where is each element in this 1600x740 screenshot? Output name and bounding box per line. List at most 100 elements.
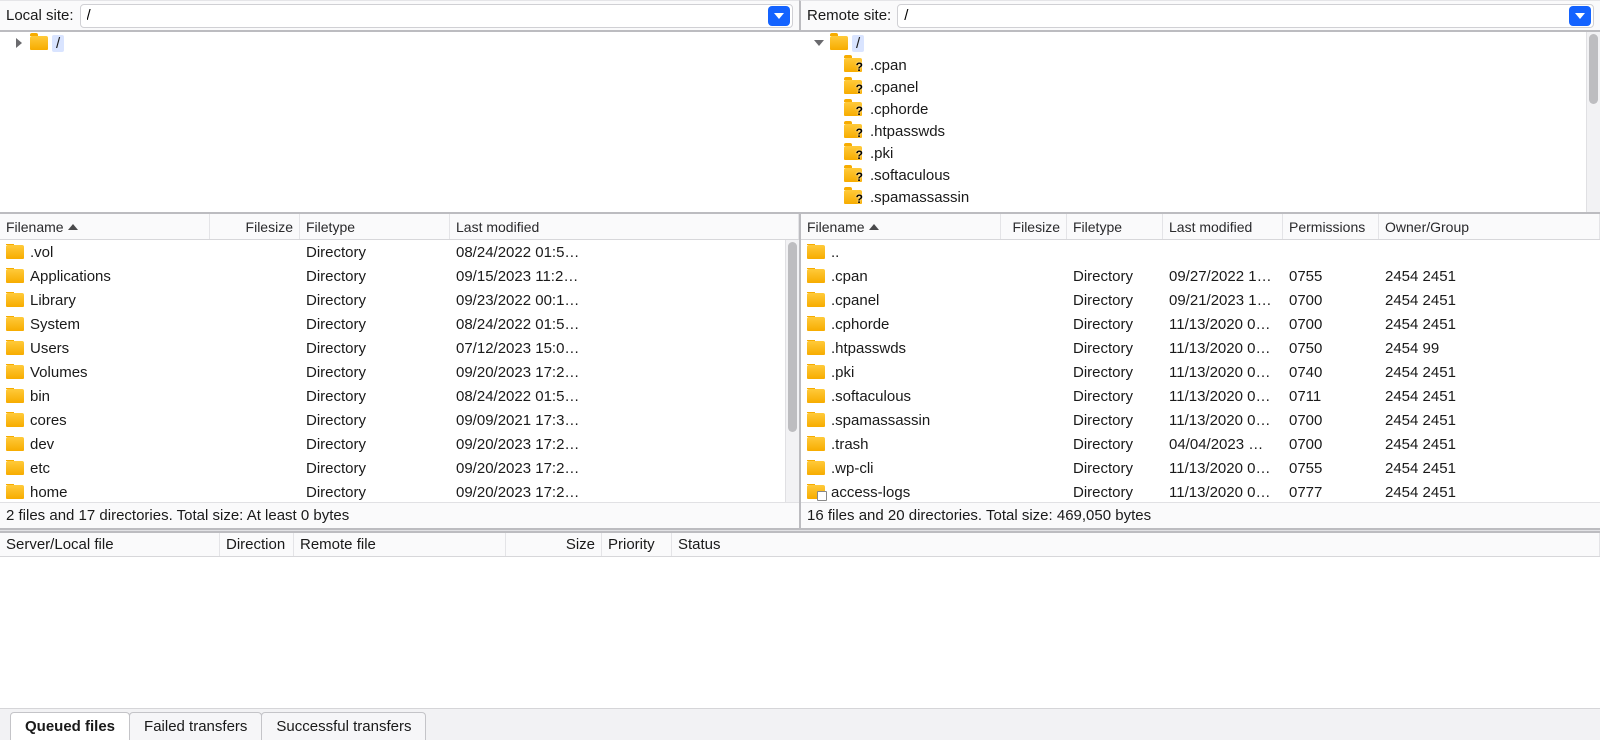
table-row[interactable]: access-logsDirectory11/13/2020 0…0777245… [801,480,1600,502]
column-header-modified[interactable]: Last modified [1163,214,1283,239]
folder-icon [6,293,24,307]
file-type: Directory [300,484,450,501]
disclosure-triangle-icon[interactable] [812,36,826,50]
tree-item-label: .softaculous [866,167,954,184]
file-modified: 09/23/2022 00:1… [450,292,785,309]
file-modified: 08/24/2022 01:5… [450,388,785,405]
local-path-dropdown-button[interactable] [768,6,790,26]
local-tree-root[interactable]: / [0,32,800,54]
file-name: .spamassassin [831,412,930,429]
remote-list-body[interactable]: ...cpanDirectory09/27/2022 1…07552454 24… [801,240,1600,502]
folder-symlink-icon [807,485,825,499]
remote-tree-item[interactable]: .cpan [800,54,1586,76]
column-header-filesize[interactable]: Filesize [210,214,300,239]
remote-tree-item[interactable]: .htpasswds [800,120,1586,142]
remote-path-dropdown-button[interactable] [1569,6,1591,26]
table-row[interactable]: UsersDirectory07/12/2023 15:0… [0,336,785,360]
column-header-direction[interactable]: Direction [220,533,294,556]
table-row[interactable]: .. [801,240,1600,264]
local-path-input-wrap[interactable] [80,4,793,28]
table-row[interactable]: .wp-cliDirectory11/13/2020 0…07552454 24… [801,456,1600,480]
local-tree[interactable]: / [0,32,800,212]
column-header-filetype[interactable]: Filetype [300,214,450,239]
table-row[interactable]: .pkiDirectory11/13/2020 0…07402454 2451 [801,360,1600,384]
column-header-filetype[interactable]: Filetype [1067,214,1163,239]
local-list-scrollbar[interactable] [785,240,799,502]
table-row[interactable]: .volDirectory08/24/2022 01:5… [0,240,785,264]
remote-tree-item[interactable]: .cphorde [800,98,1586,120]
column-header-filename[interactable]: Filename [801,214,1001,239]
tab-failed-transfers[interactable]: Failed transfers [129,712,262,740]
file-name: .pki [831,364,854,381]
table-row[interactable]: LibraryDirectory09/23/2022 00:1… [0,288,785,312]
remote-tree[interactable]: / .cpan.cpanel.cphorde.htpasswds.pki .sof… [800,32,1586,212]
local-path-input[interactable] [87,7,766,24]
file-type: Directory [300,364,450,381]
file-modified: 11/13/2020 0… [1163,388,1283,405]
remote-tree-scrollbar[interactable] [1586,32,1600,212]
table-row[interactable]: .spamassassinDirectory11/13/2020 0…07002… [801,408,1600,432]
column-header-filename[interactable]: Filename [0,214,210,239]
table-row[interactable]: VolumesDirectory09/20/2023 17:2… [0,360,785,384]
column-header-size[interactable]: Size [506,533,602,556]
column-header-filesize[interactable]: Filesize [1001,214,1067,239]
remote-tree-root[interactable]: / [800,32,1586,54]
file-name: etc [30,460,50,477]
tab-queued-files[interactable]: Queued files [10,712,130,740]
table-row[interactable]: ApplicationsDirectory09/15/2023 11:2… [0,264,785,288]
table-row[interactable]: binDirectory08/24/2022 01:5… [0,384,785,408]
column-header-priority[interactable]: Priority [602,533,672,556]
table-row[interactable]: .htpasswdsDirectory11/13/2020 0…07502454… [801,336,1600,360]
remote-path-input-wrap[interactable] [897,4,1594,28]
table-row[interactable]: coresDirectory09/09/2021 17:3… [0,408,785,432]
table-row[interactable]: homeDirectory09/20/2023 17:2… [0,480,785,502]
remote-tree-item[interactable]: .pki [800,142,1586,164]
column-header-modified[interactable]: Last modified [450,214,799,239]
column-label: Filetype [1073,219,1122,235]
file-type: Directory [300,460,450,477]
table-row[interactable]: .cpanDirectory09/27/2022 1…07552454 2451 [801,264,1600,288]
remote-tree-item[interactable]: .softaculous [800,164,1586,186]
file-name: dev [30,436,54,453]
file-permissions: 0700 [1283,412,1379,429]
column-header-server-local[interactable]: Server/Local file [0,533,220,556]
column-header-owner[interactable]: Owner/Group [1379,214,1600,239]
table-row[interactable]: .trashDirectory04/04/2023 …07002454 2451 [801,432,1600,456]
remote-tree-item[interactable]: .spamassassin [800,186,1586,208]
column-label: Filetype [306,219,355,235]
file-permissions: 0740 [1283,364,1379,381]
queue-body[interactable] [0,557,1600,708]
remote-path-input[interactable] [904,7,1567,24]
column-label: Size [566,536,595,553]
table-row[interactable]: .softaculousDirectory11/13/2020 0…071124… [801,384,1600,408]
table-row[interactable]: .cpanelDirectory09/21/2023 1…07002454 24… [801,288,1600,312]
table-row[interactable]: SystemDirectory08/24/2022 01:5… [0,312,785,336]
file-modified: 08/24/2022 01:5… [450,316,785,333]
folder-icon [807,461,825,475]
path-bars: Local site: Remote site: [0,0,1600,32]
folder-icon [830,36,848,50]
scrollbar-thumb[interactable] [788,242,797,432]
file-permissions: 0711 [1283,388,1379,405]
local-site-label: Local site: [6,7,80,24]
file-owner: 2454 2451 [1379,484,1600,501]
column-header-permissions[interactable]: Permissions [1283,214,1379,239]
table-row[interactable]: etcDirectory09/20/2023 17:2… [0,456,785,480]
table-row[interactable]: .cphordeDirectory11/13/2020 0…07002454 2… [801,312,1600,336]
remote-tree-item[interactable]: .cpanel [800,76,1586,98]
disclosure-triangle-icon[interactable] [12,36,26,50]
column-header-status[interactable]: Status [672,533,1600,556]
file-type: Directory [1067,460,1163,477]
tab-successful-transfers[interactable]: Successful transfers [261,712,426,740]
column-header-remote-file[interactable]: Remote file [294,533,506,556]
table-row[interactable]: devDirectory09/20/2023 17:2… [0,432,785,456]
local-list-body[interactable]: .volDirectory08/24/2022 01:5…Application… [0,240,785,502]
file-type: Directory [1067,268,1163,285]
folder-icon [6,461,24,475]
file-type: Directory [300,340,450,357]
file-permissions: 0700 [1283,292,1379,309]
remote-path-bar: Remote site: [799,0,1600,30]
file-modified: 09/20/2023 17:2… [450,364,785,381]
file-type: Directory [1067,292,1163,309]
scrollbar-thumb[interactable] [1589,34,1598,104]
